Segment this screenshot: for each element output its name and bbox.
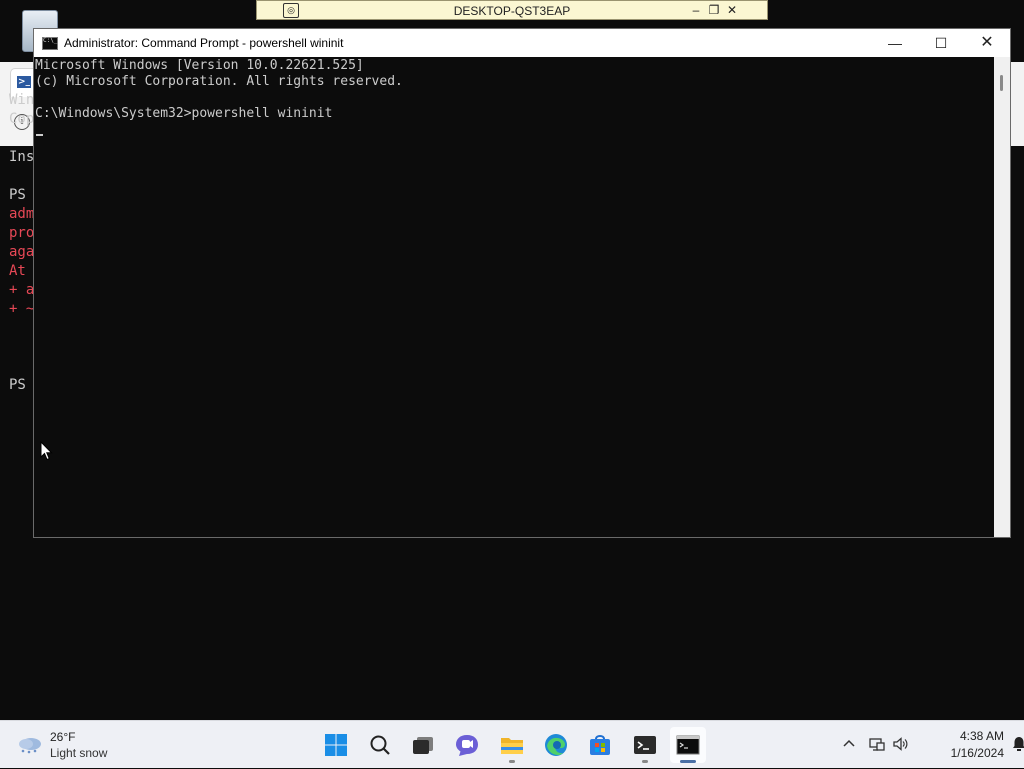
clock-time[interactable]: 4:38 AM xyxy=(924,729,1004,743)
powershell-output-line: Win xyxy=(9,92,35,108)
running-indicator xyxy=(642,760,648,763)
remote-minimize-button[interactable]: – xyxy=(687,2,705,18)
powershell-output-line: + ~ xyxy=(9,301,35,317)
remote-connection-bar: ◎ DESKTOP-QST3EAP – ❐ ✕ xyxy=(256,0,768,20)
windows-logo-icon xyxy=(325,734,347,756)
console-output[interactable]: Microsoft Windows [Version 10.0.22621.52… xyxy=(34,57,994,537)
maximize-button[interactable]: ☐ xyxy=(918,29,964,57)
volume-icon[interactable] xyxy=(892,735,910,753)
search-icon xyxy=(370,735,390,755)
powershell-output-line: adm xyxy=(9,206,35,222)
command-prompt-taskbar-button[interactable] xyxy=(670,727,706,763)
file-explorer-button[interactable] xyxy=(494,727,530,763)
cmd-icon: C:\_ xyxy=(42,37,58,50)
cmd-icon xyxy=(676,735,700,755)
active-indicator xyxy=(680,760,696,763)
store-button[interactable] xyxy=(582,727,618,763)
edge-button[interactable] xyxy=(538,727,574,763)
snow-cloud-icon xyxy=(19,738,41,754)
console-line: (c) Microsoft Corporation. All rights re… xyxy=(35,74,403,89)
running-indicator xyxy=(509,760,515,763)
command-prompt-window[interactable]: C:\_ Administrator: Command Prompt - pow… xyxy=(33,28,1011,538)
weather-condition: Light snow xyxy=(50,746,108,760)
powershell-output-line: Ins xyxy=(9,149,35,165)
chevron-up-icon[interactable] xyxy=(840,735,858,753)
network-icon[interactable] xyxy=(868,735,886,753)
chat-icon xyxy=(456,735,478,756)
title-bar[interactable]: C:\_ Administrator: Command Prompt - pow… xyxy=(34,29,1010,57)
powershell-output-line: PS xyxy=(9,187,26,203)
vertical-scrollbar[interactable] xyxy=(994,57,1010,537)
start-button[interactable] xyxy=(318,727,354,763)
window-title: Administrator: Command Prompt - powershe… xyxy=(64,36,344,50)
powershell-output-line: + a xyxy=(9,282,35,298)
powershell-icon: >_ xyxy=(17,76,31,88)
weather-temperature: 26°F xyxy=(50,730,76,744)
mouse-pointer-icon xyxy=(40,441,53,461)
taskbar: 26°F Light snow 4:38 AM 1/16/2024 xyxy=(0,720,1024,768)
notification-icon[interactable] xyxy=(1010,735,1024,753)
store-icon xyxy=(590,735,610,755)
minimize-button[interactable]: — xyxy=(872,29,918,57)
terminal-button[interactable] xyxy=(627,727,663,763)
console-line: C:\Windows\System32>powershell wininit xyxy=(35,106,333,121)
console-line: Microsoft Windows [Version 10.0.22621.52… xyxy=(35,58,364,73)
clock-date[interactable]: 1/16/2024 xyxy=(924,746,1004,760)
text-cursor xyxy=(36,134,43,136)
edge-icon xyxy=(545,734,567,756)
task-view-icon xyxy=(413,737,433,754)
scrollbar-thumb[interactable] xyxy=(1000,75,1003,91)
remote-close-button[interactable]: ✕ xyxy=(723,2,741,18)
powershell-output-line: PS xyxy=(9,377,26,392)
terminal-icon xyxy=(634,736,656,754)
system-tray: 4:38 AM 1/16/2024 xyxy=(824,721,1024,769)
powershell-output-line: Cop xyxy=(9,111,35,127)
task-view-button[interactable] xyxy=(405,727,441,763)
remote-restore-button[interactable]: ❐ xyxy=(705,2,723,18)
powershell-output-line: aga xyxy=(9,244,35,260)
powershell-output-line: pro xyxy=(9,225,35,241)
folder-icon xyxy=(501,738,523,754)
powershell-output-line: At xyxy=(9,263,26,279)
chat-button[interactable] xyxy=(449,727,485,763)
search-button[interactable] xyxy=(362,727,398,763)
close-button[interactable]: ✕ xyxy=(964,29,1010,57)
